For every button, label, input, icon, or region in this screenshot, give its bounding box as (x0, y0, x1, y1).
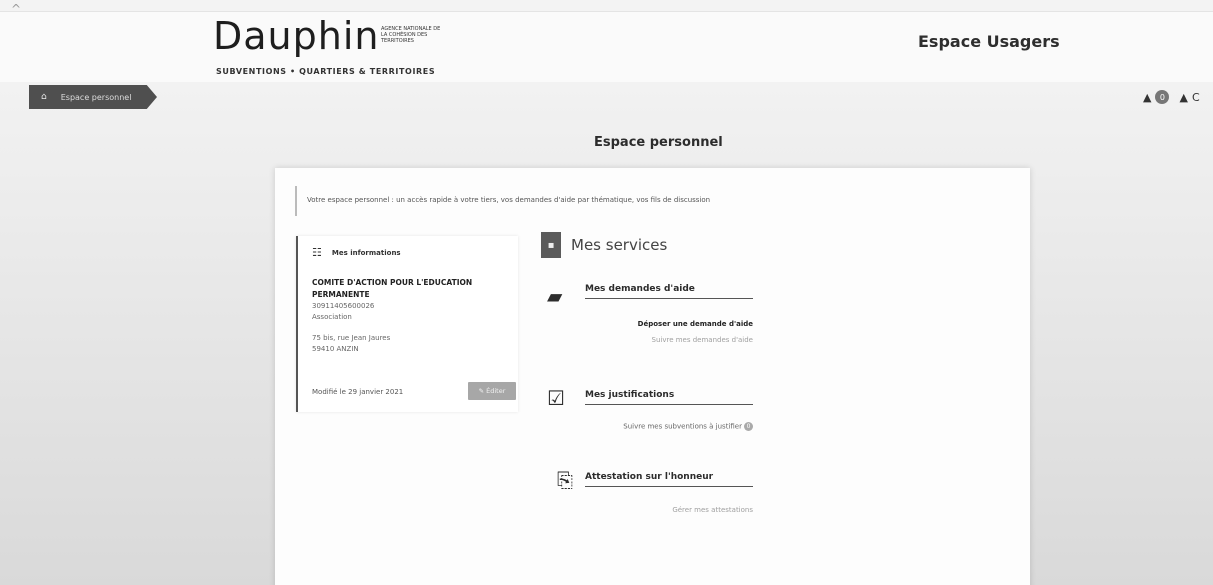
service-demandes-title[interactable]: Mes demandes d'aide (585, 284, 753, 299)
site-header: Dauphin AGENCE NATIONALE DE LA COHÉSION … (0, 12, 1213, 82)
user-menu[interactable]: ▲ 0 ▲ C (1143, 90, 1200, 104)
service-demandes: ▰ Mes demandes d'aide Déposer une demand… (547, 280, 757, 350)
dauphin-logo[interactable]: Dauphin AGENCE NATIONALE DE LA COHÉSION … (213, 14, 493, 80)
notification-badge: 0 (1155, 90, 1170, 104)
attestation-icon: ⎘ (557, 468, 573, 492)
service-attestation: ⎘ Attestation sur l'honneur Gérer mes at… (547, 468, 757, 518)
modified-date: Modifié le 29 janvier 2021 (312, 388, 404, 396)
deposit-request-link[interactable]: Déposer une demande d'aide (638, 320, 753, 328)
org-type: Association (312, 313, 352, 321)
info-header: ☷ Mes informations (312, 246, 504, 259)
info-heading: Mes informations (331, 248, 401, 257)
org-name: COMITE D'ACTION POUR L'EDUCATION PERMANE… (312, 278, 473, 299)
browser-top-strip (0, 0, 1213, 12)
follow-subsidies-link[interactable]: Suivre mes subventions à justifier 0 (623, 422, 753, 431)
edit-button-label: Éditer (486, 387, 506, 395)
breadcrumb-label: Espace personnel (60, 92, 132, 102)
user-icon[interactable]: ▲ (1179, 91, 1187, 104)
service-justifications: ☑ Mes justifications Suivre mes subventi… (547, 386, 757, 436)
edit-button[interactable]: ✎ Éditer (468, 382, 516, 400)
org-address: 75 bis, rue Jean Jaures (312, 334, 391, 342)
breadcrumb[interactable]: ⌂ Espace personnel (29, 85, 157, 109)
logo-agency-text: AGENCE NATIONALE DE LA COHÉSION DES TERR… (381, 26, 441, 44)
checkbox-icon: ☑ (547, 386, 565, 410)
bell-icon[interactable]: ▲ (1143, 91, 1151, 104)
main-panel: Votre espace personnel : un accès rapide… (275, 168, 1030, 585)
home-icon[interactable]: ⌂ (41, 92, 47, 102)
page-title: Espace personnel (594, 135, 723, 150)
service-justifications-title[interactable]: Mes justifications (585, 390, 753, 405)
logo-wordmark: Dauphin (213, 14, 380, 58)
services-icon: ▪ (541, 232, 561, 258)
services-header: ▪ Mes services (541, 232, 667, 258)
services-title: Mes services (571, 236, 668, 254)
portal-title: Espace Usagers (918, 32, 1060, 51)
info-card: ☷ Mes informations COMITE D'ACTION POUR … (296, 236, 518, 412)
org-siret: 30911405600026 (312, 302, 375, 310)
justifications-badge: 0 (744, 422, 753, 431)
logo-subtitle: SUBVENTIONS • QUARTIERS & TERRITOIRES (216, 67, 436, 76)
manage-attestations-link[interactable]: Gérer mes attestations (672, 506, 753, 514)
users-icon: ☷ (312, 246, 322, 259)
folder-icon: ▰ (547, 284, 563, 308)
org-city: 59410 ANZIN (312, 345, 359, 353)
user-menu-label[interactable]: C (1192, 91, 1200, 104)
intro-text: Votre espace personnel : un accès rapide… (295, 186, 1015, 216)
service-attestation-title[interactable]: Attestation sur l'honneur (585, 472, 753, 487)
follow-requests-link[interactable]: Suivre mes demandes d'aide (652, 336, 754, 344)
follow-subsidies-label: Suivre mes subventions à justifier (623, 422, 742, 431)
